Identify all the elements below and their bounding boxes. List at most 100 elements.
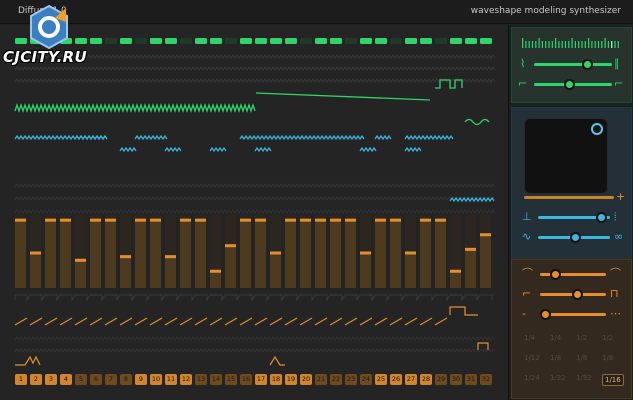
step-bar-cap-29[interactable] bbox=[435, 218, 446, 222]
green-sine[interactable] bbox=[464, 118, 490, 126]
step-bar-cap-11[interactable] bbox=[165, 255, 176, 259]
step-bar-cap-24[interactable] bbox=[360, 251, 371, 255]
rate-option-1-2[interactable]: 1/2 bbox=[602, 334, 613, 342]
step-toggle-19[interactable] bbox=[285, 38, 297, 44]
step-toggle-8[interactable] bbox=[120, 38, 132, 44]
step-toggle-5[interactable] bbox=[75, 38, 87, 44]
step-number-20[interactable]: 20 bbox=[300, 374, 312, 385]
step-number-22[interactable]: 22 bbox=[330, 374, 342, 385]
step-bar-cap-13[interactable] bbox=[195, 218, 206, 222]
dim-square-lane[interactable] bbox=[14, 294, 493, 302]
cyan-fragment[interactable] bbox=[209, 146, 227, 153]
step-bar-21[interactable] bbox=[315, 218, 326, 288]
step-toggle-6[interactable] bbox=[90, 38, 102, 44]
step-number-21[interactable]: 21 bbox=[315, 374, 327, 385]
step-number-9[interactable]: 9 bbox=[135, 374, 147, 385]
step-bar-4[interactable] bbox=[60, 218, 71, 288]
step-toggle-25[interactable] bbox=[375, 38, 387, 44]
step-bar-22[interactable] bbox=[330, 218, 341, 288]
orange-slider-2-thumb[interactable] bbox=[572, 289, 583, 300]
step-bar-cap-5[interactable] bbox=[75, 258, 86, 262]
step-toggle-13[interactable] bbox=[195, 38, 207, 44]
step-bar-cap-9[interactable] bbox=[135, 218, 146, 222]
step-number-14[interactable]: 14 bbox=[210, 374, 222, 385]
step-bar-cap-27[interactable] bbox=[405, 251, 416, 255]
step-number-25[interactable]: 25 bbox=[375, 374, 387, 385]
rate-option-1-2[interactable]: 1/2 bbox=[576, 334, 587, 342]
step-number-30[interactable]: 30 bbox=[450, 374, 462, 385]
dim-lane[interactable] bbox=[14, 348, 496, 353]
orange-gate[interactable] bbox=[477, 342, 489, 350]
step-bar-cap-23[interactable] bbox=[345, 218, 356, 222]
step-number-7[interactable]: 7 bbox=[105, 374, 117, 385]
step-bar-5[interactable] bbox=[75, 258, 86, 288]
step-number-12[interactable]: 12 bbox=[180, 374, 192, 385]
step-bar-cap-26[interactable] bbox=[390, 218, 401, 222]
orange-saw-lane[interactable] bbox=[14, 317, 448, 326]
step-number-6[interactable]: 6 bbox=[90, 374, 102, 385]
step-number-28[interactable]: 28 bbox=[420, 374, 432, 385]
rate-option-1-8[interactable]: 1/8 bbox=[576, 354, 587, 362]
orange-env-2[interactable] bbox=[269, 355, 285, 366]
step-toggle-22[interactable] bbox=[330, 38, 342, 44]
rate-option-1-32[interactable]: 1/32 bbox=[550, 374, 566, 382]
step-toggle-31[interactable] bbox=[465, 38, 477, 44]
rate-option-1-12[interactable]: 1/12 bbox=[524, 354, 540, 362]
dim-lane[interactable] bbox=[14, 78, 496, 83]
step-bar-cap-8[interactable] bbox=[120, 255, 131, 259]
step-number-26[interactable]: 26 bbox=[390, 374, 402, 385]
step-toggle-9[interactable] bbox=[135, 38, 147, 44]
dim-lane[interactable] bbox=[14, 196, 496, 201]
rate-option-1-8[interactable]: 1/8 bbox=[550, 354, 561, 362]
cyan-fragment[interactable] bbox=[404, 146, 422, 153]
dim-lane[interactable] bbox=[14, 54, 496, 59]
rate-option-1-32[interactable]: 1/32 bbox=[576, 374, 592, 382]
step-toggle-28[interactable] bbox=[420, 38, 432, 44]
cyan-wave-end[interactable] bbox=[449, 196, 495, 203]
step-toggle-15[interactable] bbox=[225, 38, 237, 44]
dim-lane[interactable] bbox=[14, 336, 496, 341]
step-bar-cap-32[interactable] bbox=[480, 233, 491, 237]
step-number-23[interactable]: 23 bbox=[345, 374, 357, 385]
step-bar-cap-14[interactable] bbox=[210, 269, 221, 273]
step-toggle-14[interactable] bbox=[210, 38, 222, 44]
cyan-wave-lane[interactable] bbox=[374, 134, 392, 141]
step-bar-7[interactable] bbox=[105, 218, 116, 288]
sequencer-lanes[interactable] bbox=[0, 25, 508, 400]
step-bar-cap-25[interactable] bbox=[375, 218, 386, 222]
step-toggle-29[interactable] bbox=[435, 38, 447, 44]
xy-pad[interactable] bbox=[524, 118, 608, 194]
orange-pulse[interactable] bbox=[449, 306, 478, 316]
step-bar-cap-2[interactable] bbox=[30, 251, 41, 255]
rate-option-1-8[interactable]: 1/8 bbox=[602, 354, 613, 362]
step-bar-cap-19[interactable] bbox=[285, 218, 296, 222]
step-number-32[interactable]: 32 bbox=[480, 374, 492, 385]
step-number-24[interactable]: 24 bbox=[360, 374, 372, 385]
green-slider-2-thumb[interactable] bbox=[564, 79, 575, 90]
step-number-3[interactable]: 3 bbox=[45, 374, 57, 385]
green-slider-1-track[interactable] bbox=[534, 63, 612, 66]
step-bar-20[interactable] bbox=[300, 218, 311, 288]
step-bar-27[interactable] bbox=[405, 251, 416, 289]
step-bar-cap-7[interactable] bbox=[105, 218, 116, 222]
cyan-wave-lane[interactable] bbox=[299, 134, 365, 141]
step-bar-23[interactable] bbox=[345, 218, 356, 288]
green-ramp[interactable] bbox=[255, 92, 431, 101]
morph-slider-track[interactable] bbox=[524, 196, 614, 199]
step-bar-17[interactable] bbox=[255, 218, 266, 288]
step-bar-cap-12[interactable] bbox=[180, 218, 191, 222]
step-bar-24[interactable] bbox=[360, 251, 371, 289]
step-bar-cap-28[interactable] bbox=[420, 218, 431, 222]
step-bar-cap-20[interactable] bbox=[300, 218, 311, 222]
step-bar-19[interactable] bbox=[285, 218, 296, 288]
cyan-wave-lane[interactable] bbox=[404, 134, 454, 141]
step-bar-11[interactable] bbox=[165, 255, 176, 288]
step-bar-cap-15[interactable] bbox=[225, 244, 236, 248]
step-toggle-16[interactable] bbox=[240, 38, 252, 44]
step-bar-13[interactable] bbox=[195, 218, 206, 288]
step-number-27[interactable]: 27 bbox=[405, 374, 417, 385]
cyan-wave-lane[interactable] bbox=[134, 134, 168, 141]
step-toggle-17[interactable] bbox=[255, 38, 267, 44]
step-bar-9[interactable] bbox=[135, 218, 146, 288]
cyan-fragment[interactable] bbox=[164, 146, 182, 153]
